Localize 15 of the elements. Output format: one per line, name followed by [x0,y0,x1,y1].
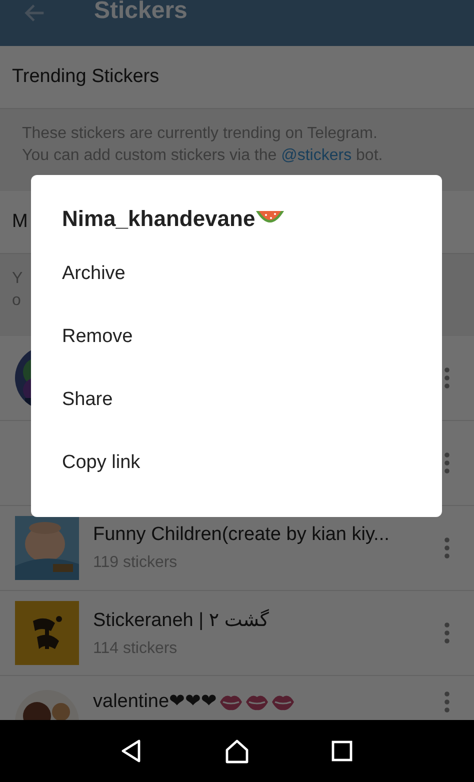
sticker-set-title: Stickeraneh | گشت ۲ [93,608,269,632]
home-icon[interactable] [224,738,250,764]
more-options-icon[interactable] [444,621,450,645]
more-options-icon[interactable] [444,366,450,390]
sticker-set-title: valentine❤❤❤ [93,690,217,713]
more-options-icon[interactable] [444,536,450,560]
menu-item[interactable]: Share [62,368,392,431]
more-options-icon[interactable] [444,690,450,714]
screen-title: Stickers [94,0,188,22]
menu-item[interactable]: Copy link [62,431,392,494]
menu-item[interactable]: Archive [62,242,392,305]
more-options-icon[interactable] [444,451,450,475]
dialog-title: Nima_khandevane [62,206,256,232]
menu-item[interactable]: Remove [62,305,392,368]
sticker-set-title: Funny Children(create by kian kiy... [93,524,390,546]
